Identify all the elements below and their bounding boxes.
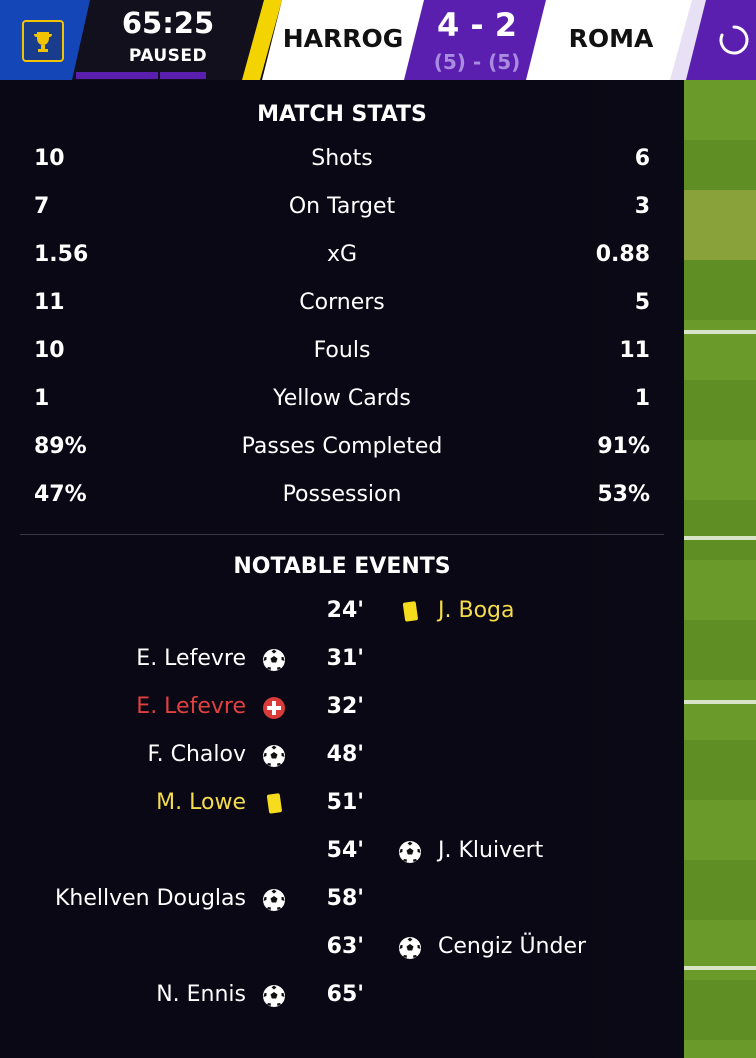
goal-ball-icon	[262, 744, 286, 768]
trophy-icon	[22, 20, 64, 62]
event-minute: 54'	[326, 838, 364, 863]
match-clock: 65:25	[121, 6, 215, 40]
stat-away-value: 6	[634, 146, 650, 171]
goal-ball-icon	[398, 840, 422, 864]
event-minute: 65'	[326, 982, 364, 1007]
stat-away-value: 53%	[597, 482, 650, 507]
away-team-name: ROMA	[568, 24, 654, 53]
event-home-player[interactable]: E. Lefevre	[136, 646, 246, 671]
stat-row: 7 On Target 3	[0, 194, 684, 242]
event-away-player[interactable]: J. Kluivert	[438, 838, 543, 863]
home-team-name: HARROG	[282, 24, 404, 53]
stat-away-value: 3	[634, 194, 650, 219]
scoreboard-bar: 65:25 PAUSED HARROG 4 - 2 (5) - (5) ROMA	[0, 0, 756, 80]
yellow-card-icon	[262, 792, 286, 816]
event-row: N. Ennis 65'	[0, 982, 684, 1030]
stat-label: Possession	[282, 482, 402, 507]
loading-spinner-icon[interactable]	[718, 24, 750, 56]
event-row: E. Lefevre 32'	[0, 694, 684, 742]
event-minute: 63'	[326, 934, 364, 959]
stat-away-value: 1	[634, 386, 650, 411]
stat-label: xG	[326, 242, 358, 267]
event-row: 63' Cengiz Ünder	[0, 934, 684, 982]
goal-ball-icon	[262, 648, 286, 672]
stat-away-value: 5	[634, 290, 650, 315]
event-minute: 31'	[326, 646, 364, 671]
event-minute: 51'	[326, 790, 364, 815]
stat-row: 89% Passes Completed 91%	[0, 434, 684, 482]
stat-row: 47% Possession 53%	[0, 482, 684, 530]
stat-label: Passes Completed	[241, 434, 443, 459]
event-minute: 58'	[326, 886, 364, 911]
event-row: E. Lefevre 31'	[0, 646, 684, 694]
pitch-advert-board	[684, 190, 756, 260]
period-progress-second-half	[160, 72, 206, 79]
stat-away-value: 0.88	[595, 242, 650, 267]
penalty-score: (5) - (5)	[433, 50, 521, 74]
stat-label: Yellow Cards	[273, 386, 411, 411]
event-minute: 24'	[326, 598, 364, 623]
stat-row: 11 Corners 5	[0, 290, 684, 338]
yellow-card-icon	[398, 600, 422, 624]
match-status: PAUSED	[128, 46, 208, 66]
stat-row: 10 Shots 6	[0, 146, 684, 194]
event-row: F. Chalov 48'	[0, 742, 684, 790]
goal-ball-icon	[398, 936, 422, 960]
event-away-player[interactable]: J. Boga	[438, 598, 514, 623]
notable-events-title: NOTABLE EVENTS	[233, 554, 451, 579]
event-minute: 48'	[326, 742, 364, 767]
stat-label: Corners	[299, 290, 385, 315]
period-progress-first-half	[76, 72, 158, 79]
section-divider	[20, 534, 664, 535]
stat-away-value: 11	[619, 338, 650, 363]
stat-row: 10 Fouls 11	[0, 338, 684, 386]
event-row: M. Lowe 51'	[0, 790, 684, 838]
stat-away-value: 91%	[597, 434, 650, 459]
event-row: 54' J. Kluivert	[0, 838, 684, 886]
event-away-player[interactable]: Cengiz Ünder	[438, 934, 586, 959]
match-stats-title: MATCH STATS	[257, 102, 427, 127]
score: 4 - 2	[436, 6, 518, 44]
stat-label: Fouls	[313, 338, 371, 363]
goal-ball-icon	[262, 984, 286, 1008]
injury-icon	[262, 696, 286, 720]
event-row: Khellven Douglas 58'	[0, 886, 684, 934]
stat-row: 1.56 xG 0.88	[0, 242, 684, 290]
event-home-player[interactable]: E. Lefevre	[136, 694, 246, 719]
stat-label: On Target	[288, 194, 396, 219]
event-minute: 32'	[326, 694, 364, 719]
goal-ball-icon	[262, 888, 286, 912]
event-home-player[interactable]: N. Ennis	[156, 982, 246, 1007]
stat-label: Shots	[311, 146, 373, 171]
event-row: 24' J. Boga	[0, 598, 684, 646]
stat-row: 1 Yellow Cards 1	[0, 386, 684, 434]
event-home-player[interactable]: M. Lowe	[156, 790, 246, 815]
event-home-player[interactable]: F. Chalov	[148, 742, 246, 767]
event-home-player[interactable]: Khellven Douglas	[55, 886, 246, 911]
